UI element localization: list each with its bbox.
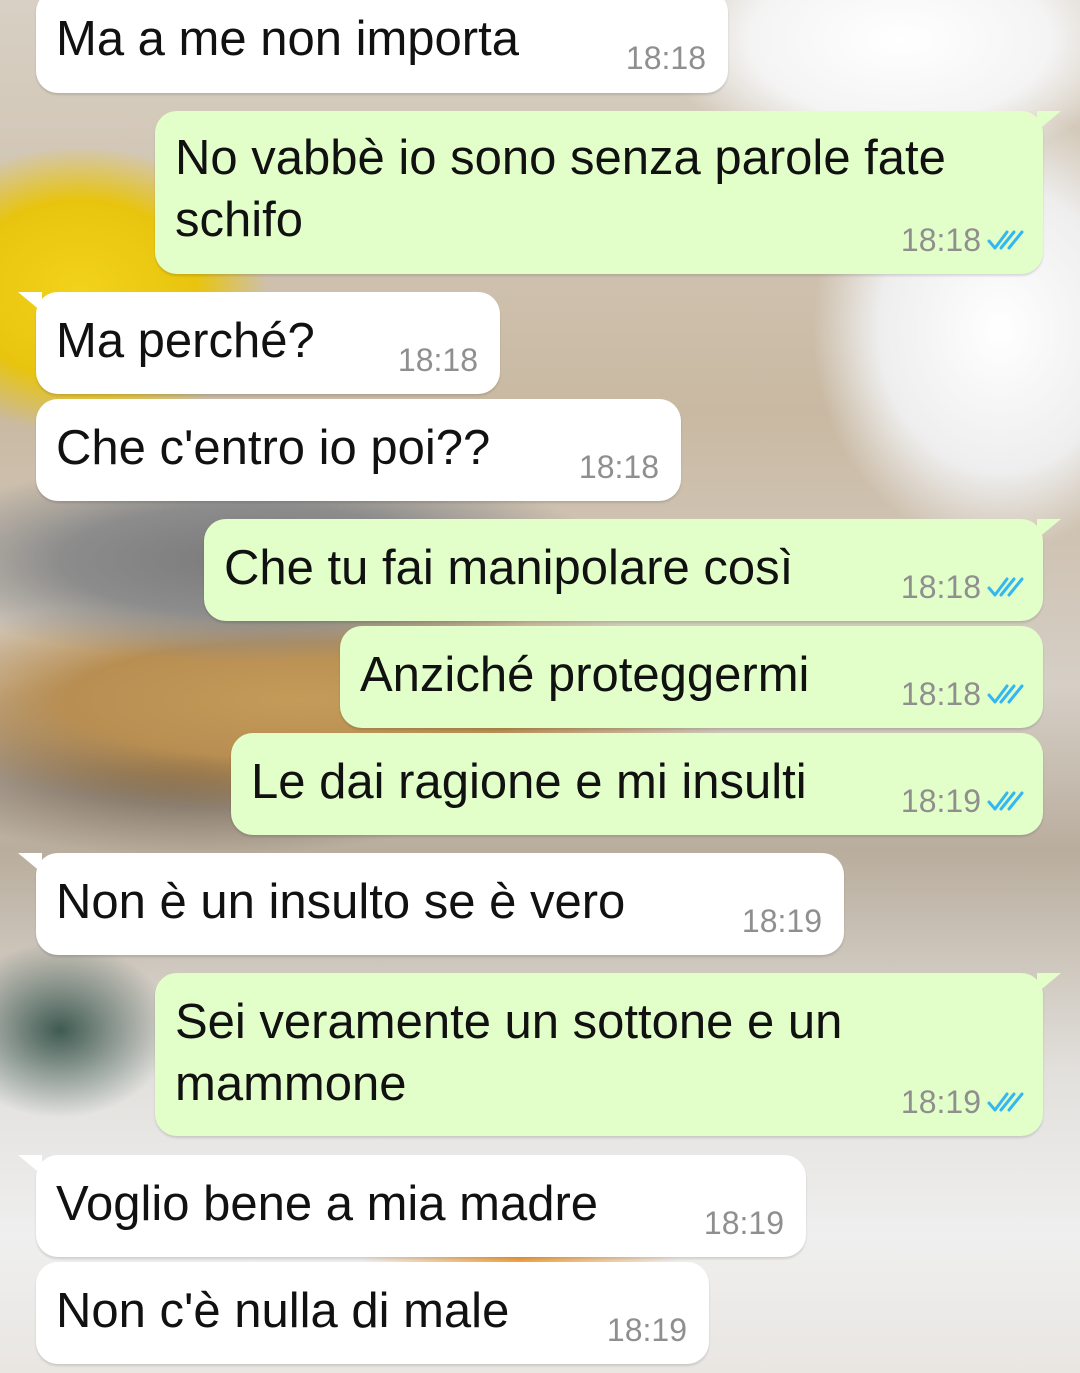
double-check-icon <box>987 577 1024 597</box>
message-time: 18:18 <box>578 449 659 485</box>
message-time: 18:18 <box>397 342 478 378</box>
message-meta: 18:19 <box>901 785 1025 817</box>
message-meta: 18:18 <box>901 678 1025 710</box>
message-time: 18:18 <box>900 222 981 258</box>
message-meta: 18:18 <box>398 344 478 376</box>
message-bubble-incoming[interactable]: Che c'entro io poi?? 18:18 <box>36 399 681 501</box>
message-bubble-outgoing[interactable]: Sei veramente un sottone e un mammone 18… <box>155 973 1061 1136</box>
double-check-icon <box>987 791 1024 811</box>
message-meta: 18:18 <box>901 224 1025 256</box>
message-bubble-incoming[interactable]: Ma perché? 18:18 <box>18 292 500 394</box>
message-meta: 18:18 <box>901 571 1025 603</box>
message-meta: 18:19 <box>742 905 822 937</box>
message-text: Che c'entro io poi?? <box>56 421 491 475</box>
message-bubble-outgoing[interactable]: No vabbè io sono senza parole fate schif… <box>155 111 1061 274</box>
message-text: Le dai ragione e mi insulti <box>251 755 807 809</box>
message-text-line: schifo <box>175 193 304 247</box>
double-check-icon <box>987 1092 1024 1112</box>
message-time: 18:19 <box>703 1205 784 1241</box>
message-bubble-incoming[interactable]: Non c'è nulla di male 18:19 <box>36 1262 709 1364</box>
message-time: 18:19 <box>741 903 822 939</box>
message-bubble-outgoing[interactable]: Anziché proteggermi 18:18 <box>340 626 1043 728</box>
message-meta: 18:19 <box>607 1314 687 1346</box>
message-meta: 18:18 <box>626 42 706 74</box>
double-check-icon <box>987 684 1024 704</box>
message-bubble-incoming[interactable]: Non è un insulto se è vero 18:19 <box>18 853 844 955</box>
message-time: 18:18 <box>900 676 981 712</box>
message-text-line: mammone <box>175 1057 407 1111</box>
message-text: Non è un insulto se è vero <box>56 875 626 929</box>
message-meta: 18:19 <box>901 1086 1025 1118</box>
message-text: Ma a me non importa <box>56 12 519 66</box>
message-meta: 18:19 <box>704 1207 784 1239</box>
message-time: 18:19 <box>900 783 981 819</box>
message-bubble-outgoing[interactable]: Che tu fai manipolare così 18:18 <box>204 519 1061 621</box>
message-bubble-incoming[interactable]: Ma a me non importa 18:18 <box>36 0 728 93</box>
message-bubble-outgoing[interactable]: Le dai ragione e mi insulti 18:19 <box>231 733 1043 835</box>
message-text: Ma perché? <box>56 314 315 368</box>
message-time: 18:19 <box>900 1084 981 1120</box>
message-time: 18:18 <box>625 40 706 76</box>
message-bubble-incoming[interactable]: Voglio bene a mia madre 18:19 <box>18 1155 806 1257</box>
message-text: Non c'è nulla di male <box>56 1284 510 1338</box>
message-time: 18:18 <box>900 569 981 605</box>
message-text: Anziché proteggermi <box>360 648 810 702</box>
message-text: Voglio bene a mia madre <box>56 1177 599 1231</box>
message-text: Che tu fai manipolare così <box>224 541 794 595</box>
message-time: 18:19 <box>606 1312 687 1348</box>
message-text-line: No vabbè io sono senza parole fate <box>175 131 946 185</box>
message-meta: 18:18 <box>579 451 659 483</box>
message-text-line: Sei veramente un sottone e un <box>175 995 843 1049</box>
double-check-icon <box>987 230 1024 250</box>
